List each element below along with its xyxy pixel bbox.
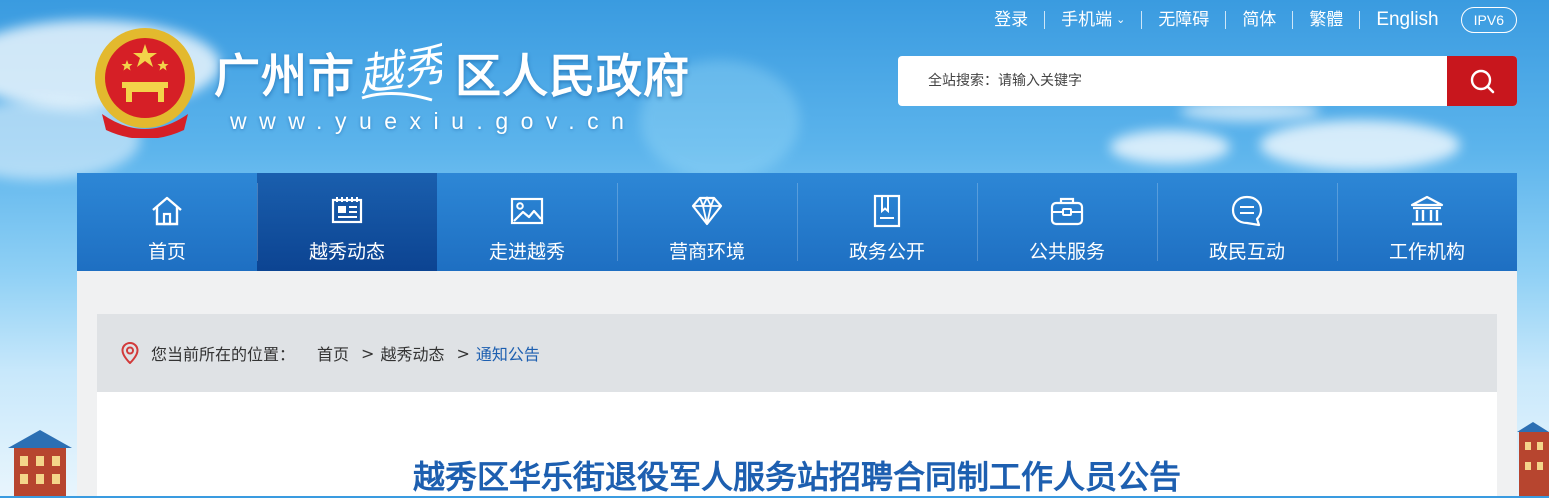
nav-item-government-affairs[interactable]: 政务公开 [797, 173, 977, 271]
nav-item-about-yuexiu[interactable]: 走进越秀 [437, 173, 617, 271]
breadcrumb-prefix: 您当前所在的位置： [151, 345, 296, 364]
site-title-district: 区人民政府 [455, 49, 690, 103]
diamond-icon [691, 195, 723, 226]
search-icon [1470, 69, 1495, 94]
national-emblem-icon [95, 28, 195, 138]
breadcrumb-news[interactable]: 越秀动态 [380, 341, 444, 365]
nav-item-public-service[interactable]: 公共服务 [977, 173, 1157, 271]
nav-item-label: 政民互动 [1208, 241, 1285, 263]
main-nav: 首页 越秀动态 走进越秀 营商环境 政务公开 公共服务 政民互动 工作机构 [77, 173, 1517, 277]
ipv6-badge[interactable]: IPV6 [1460, 7, 1517, 33]
search-input[interactable] [898, 56, 1447, 106]
nav-item-label: 营商环境 [668, 241, 745, 263]
nav-item-yuexiu-news[interactable]: 越秀动态 [257, 173, 437, 277]
article-panel: 越秀区华乐街退役军人服务站招聘合同制工作人员公告 [97, 392, 1497, 496]
home-icon [152, 196, 182, 226]
breadcrumb-separator: > [456, 343, 470, 363]
mobile-link[interactable]: 手机端 ⌄ [1045, 8, 1141, 32]
nav-item-label: 走进越秀 [488, 241, 565, 263]
chevron-down-icon: ⌄ [1116, 13, 1126, 26]
cloud-decoration [1110, 130, 1230, 164]
building-illustration [1517, 422, 1549, 496]
nav-item-label: 工作机构 [1388, 241, 1465, 263]
nav-item-interaction[interactable]: 政民互动 [1157, 173, 1337, 271]
breadcrumb-separator: > [361, 343, 375, 363]
site-search [898, 56, 1517, 106]
site-title[interactable]: 广州市 区人民政府 [214, 40, 690, 106]
nav-item-business-environment[interactable]: 营商环境 [617, 173, 797, 271]
nav-item-label: 越秀动态 [308, 241, 385, 263]
nav-item-home[interactable]: 首页 [77, 173, 257, 271]
breadcrumb: 您当前所在的位置： 首页 > 越秀动态 > 通知公告 [97, 314, 1497, 392]
site-domain: www.yuexiu.gov.cn [230, 108, 637, 134]
yuexiu-calligraphy-logo: 越秀 [355, 39, 442, 102]
english-link[interactable]: English [1360, 8, 1454, 32]
nav-item-label: 公共服务 [1028, 241, 1105, 263]
mobile-label: 手机端 [1061, 10, 1113, 30]
briefcase-icon [1050, 197, 1084, 226]
document-icon [873, 194, 901, 228]
site-title-city: 广州市 [214, 49, 355, 103]
nav-item-label: 政务公开 [848, 241, 925, 263]
simplified-chinese-link[interactable]: 简体 [1226, 8, 1292, 32]
accessibility-link[interactable]: 无障碍 [1142, 8, 1225, 32]
article-title: 越秀区华乐街退役军人服务站招聘合同制工作人员公告 [412, 458, 1181, 496]
top-links-bar: 登录 手机端 ⌄ 无障碍 简体 繁體 English IPV6 [978, 7, 1517, 33]
search-button[interactable] [1447, 56, 1517, 106]
login-link[interactable]: 登录 [978, 8, 1044, 32]
building-illustration [8, 430, 72, 496]
breadcrumb-notices[interactable]: 通知公告 [476, 341, 540, 365]
cloud-decoration [1260, 120, 1460, 170]
institution-icon [1410, 195, 1444, 226]
nav-item-label: 首页 [147, 241, 186, 263]
traditional-chinese-link[interactable]: 繁體 [1293, 8, 1359, 32]
chat-icon [1231, 195, 1263, 227]
location-pin-icon [121, 342, 139, 364]
image-icon [510, 197, 544, 225]
nav-item-institutions[interactable]: 工作机构 [1337, 173, 1517, 271]
breadcrumb-home[interactable]: 首页 [317, 341, 349, 365]
news-icon [331, 197, 363, 224]
